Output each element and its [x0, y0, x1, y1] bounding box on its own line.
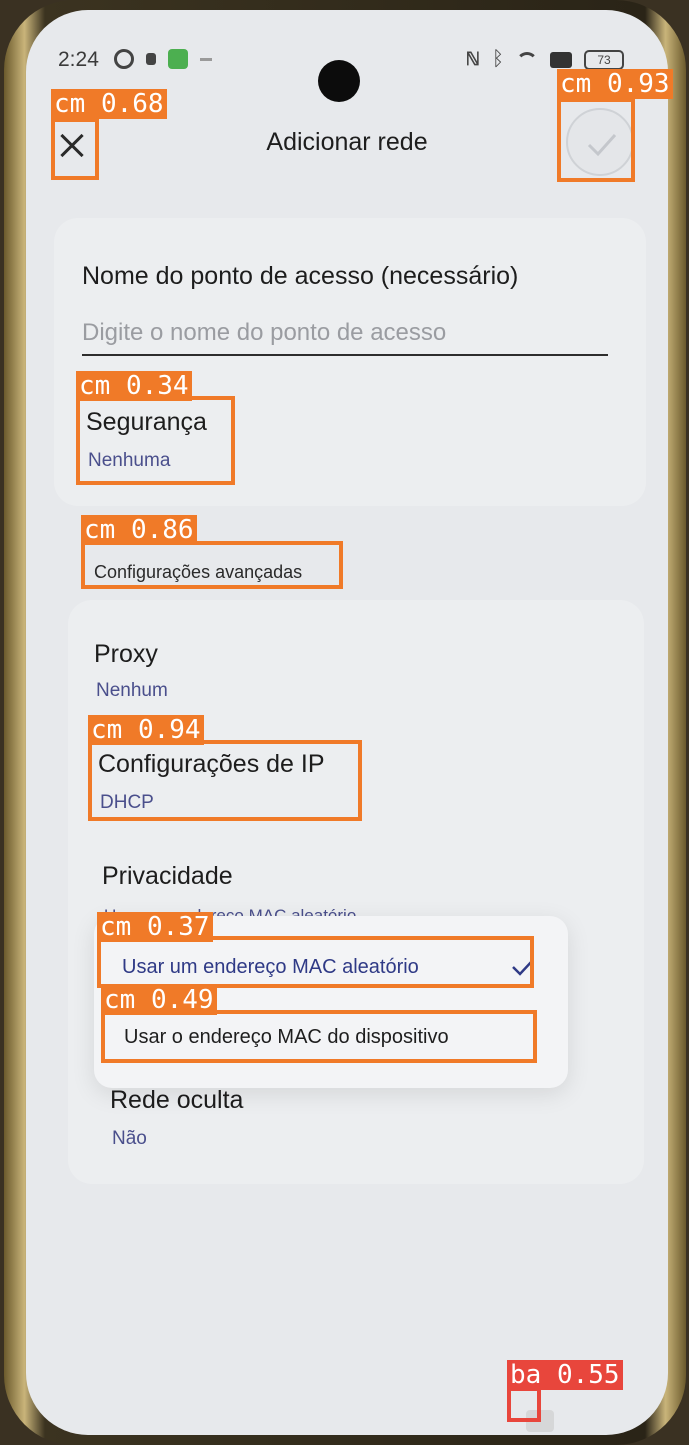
battery-icon: 73: [584, 49, 624, 70]
security-value: Nenhuma: [88, 450, 171, 471]
detection-label: cm 0.49: [101, 985, 217, 1015]
data-icon: [550, 51, 572, 68]
security-label: Segurança: [86, 408, 207, 436]
detection-label: ba 0.55: [507, 1360, 623, 1390]
selected-check-icon: [512, 959, 534, 976]
notification-icon: [146, 53, 156, 65]
privacy-option-random-mac[interactable]: Usar um endereço MAC aleatório: [122, 956, 419, 979]
proxy-label: Proxy: [94, 640, 158, 668]
ip-settings-value: DHCP: [100, 792, 154, 813]
access-point-input[interactable]: [82, 312, 608, 356]
wifi-icon: [516, 51, 538, 68]
proxy-value: Nenhum: [96, 680, 168, 701]
bluetooth-icon: ᛒ: [492, 48, 504, 70]
detection-label: cm 0.34: [76, 371, 192, 401]
detection-label: cm 0.86: [81, 515, 197, 545]
ip-settings-label: Configurações de IP: [98, 750, 325, 778]
privacy-label: Privacidade: [102, 862, 233, 890]
nfc-icon: ℕ: [465, 49, 480, 69]
advanced-settings-toggle[interactable]: Configurações avançadas: [94, 562, 302, 583]
front-camera: [318, 60, 360, 102]
detection-label: cm 0.37: [97, 912, 213, 942]
sync-icon: [114, 49, 134, 69]
access-point-label: Nome do ponto de acesso (necessário): [82, 262, 519, 290]
status-time: 2:24: [58, 48, 99, 71]
check-icon: [587, 133, 617, 157]
detection-label: cm 0.94: [88, 715, 204, 745]
nav-bar-button[interactable]: [526, 1410, 554, 1432]
confirm-button[interactable]: [566, 108, 634, 176]
app-notification-icon: [168, 49, 188, 69]
more-icon: [200, 57, 212, 61]
detection-label: cm 0.93: [557, 69, 673, 99]
detection-label: cm 0.68: [51, 89, 167, 119]
privacy-option-device-mac[interactable]: Usar o endereço MAC do dispositivo: [124, 1026, 449, 1049]
hidden-network-label: Rede oculta: [110, 1086, 244, 1114]
hidden-network-value: Não: [112, 1128, 147, 1149]
